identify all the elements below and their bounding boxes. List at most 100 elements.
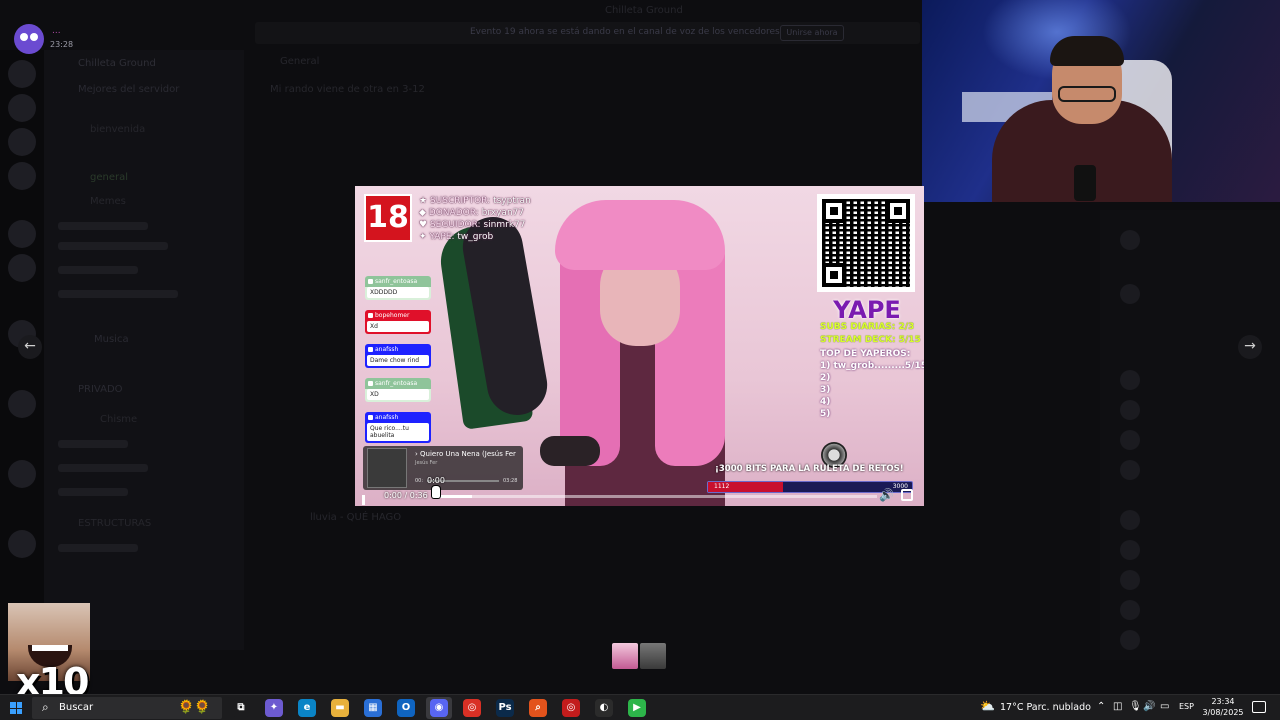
server-icon[interactable] [8,530,36,558]
member-avatar[interactable] [1120,370,1140,390]
server-icon[interactable] [8,220,36,248]
member-avatar[interactable] [1120,400,1140,420]
media-player-icon[interactable]: ▶ [628,699,646,717]
store-icon[interactable]: ▦ [364,699,382,717]
outlook-icon[interactable]: O [397,699,415,717]
channel-item[interactable]: ESTRUCTURAS [78,518,151,529]
server-icon[interactable] [8,128,36,156]
channel-placeholder [58,488,128,496]
windows-start-icon[interactable] [10,702,22,714]
stream-info-subscriber: ★ SUSCRIPTOR: tsyptran [419,196,531,206]
network-icon[interactable]: ◫ [1113,701,1122,712]
notifications-icon[interactable] [1252,701,1266,713]
server-icon[interactable] [8,60,36,88]
member-avatar[interactable] [1120,600,1140,620]
uploader-avatar[interactable] [14,24,44,54]
member-avatar[interactable] [1120,460,1140,480]
volume-icon[interactable]: 🔊 [879,488,894,502]
qr-marker [886,199,910,223]
info-value: brxyan77 [481,208,525,218]
member-avatar[interactable] [1120,540,1140,560]
seek-bar[interactable] [437,495,877,498]
search-app-icon[interactable]: ⌕ [529,699,547,717]
chat-text: XD [367,389,429,400]
member-avatar[interactable] [1120,510,1140,530]
album-art [367,448,407,488]
next-arrow-icon[interactable]: → [1238,335,1262,359]
chat-user: sanfr_entoasa [365,276,431,287]
file-explorer-icon[interactable]: ▬ [331,699,349,717]
chat-text: Xd [367,321,429,332]
channel-item[interactable]: Mejores del servidor [78,84,179,95]
chrome-icon[interactable]: ◎ [463,699,481,717]
clock-time[interactable]: 23:34 [1203,697,1243,706]
member-avatar[interactable] [1120,230,1140,250]
weather-text[interactable]: 17°C Parc. nublado [1000,702,1091,713]
previous-arrow-icon[interactable]: ← [18,335,42,359]
microphone-icon[interactable]: 🎙 [1129,701,1142,712]
copilot-icon[interactable]: ✦ [265,699,283,717]
server-icon[interactable] [8,460,36,488]
channel-list: Chilleta Ground Mejores del servidor bie… [44,50,244,650]
server-name: Chilleta Ground [78,58,156,69]
info-value: sinmrk77 [483,220,526,230]
task-view-icon[interactable]: ⧉ [232,699,250,717]
chat-header: General [280,56,320,67]
seek-hover-time: 0:00 [427,476,445,485]
fullscreen-icon[interactable] [901,489,913,501]
photoshop-icon[interactable]: Ps [496,699,514,717]
member-avatar[interactable] [1120,630,1140,650]
thumbnail-image[interactable] [640,643,666,669]
channel-item[interactable]: PRIVADO [78,384,123,395]
song-title: › Quiero Una Nena (Jesús Fer [415,450,516,458]
weather-icon[interactable]: ⛅ [980,699,995,713]
chrome-alt-icon[interactable]: ◎ [562,699,580,717]
info-label: SEGUIDOR: [429,220,481,230]
stream-deck-counter: STREAM DECK: 5/15 [820,335,921,345]
speaker-icon[interactable]: 🔊 [1143,701,1155,712]
discord-icon[interactable]: ◉ [430,699,448,717]
banner-text: Evento 19 ahora se está dando en el cana… [470,27,780,37]
edge-icon[interactable]: e [298,699,316,717]
channel-placeholder [58,464,148,472]
clock-date[interactable]: 3/08/2025 [1199,708,1247,717]
server-icon[interactable] [8,390,36,418]
song-total-time: 03:28 [503,478,518,484]
webcam-microphone [1074,165,1096,201]
top-yapero-entry: 3) [820,385,831,395]
battery-icon[interactable]: ▭ [1160,701,1169,712]
channel-item[interactable]: Musica [94,334,129,345]
member-avatar[interactable] [1120,430,1140,450]
taskbar-search[interactable]: ⌕ Buscar 🌻🌻 [32,697,222,719]
sunflower-icon: 🌻🌻 [178,700,211,715]
pause-icon[interactable] [362,490,371,505]
language-indicator[interactable]: ESP [1179,702,1194,711]
banner-join-button[interactable]: Unirse ahora [780,25,844,41]
channel-item[interactable]: Chisme [100,414,137,425]
subs-counter: SUBS DIARIAS: 2/3 [820,322,915,332]
song-current-time: 00: [415,478,424,484]
server-icon[interactable] [8,254,36,282]
channel-placeholder [58,222,148,230]
member-avatar[interactable] [1120,284,1140,304]
info-label: YAPE: [429,232,455,242]
uploader-name[interactable]: ... [52,26,61,36]
chevron-up-icon[interactable]: ⌃ [1097,701,1105,712]
top-yapero-entry: 1) tw_grob.........5/15 [820,361,924,371]
video-player[interactable]: 18 ★ SUSCRIPTOR: tsyptran ◆ DONADOR: brx… [355,186,924,506]
top-yapero-entry: 4) [820,397,831,407]
thumbnail-video[interactable] [612,643,638,669]
member-avatar[interactable] [1120,570,1140,590]
server-icon[interactable] [8,162,36,190]
stream-chat-message: bopehomer Xd [365,310,431,334]
hand-cursor-icon [432,486,440,498]
channel-item[interactable]: general [90,172,128,183]
server-icon[interactable] [8,94,36,122]
channel-item[interactable]: bienvenida [90,124,145,135]
channel-item[interactable]: Memes [90,196,126,207]
chat-user: bopehomer [365,310,431,321]
obs-icon[interactable]: ◐ [595,699,613,717]
info-label: DONADOR: [428,208,479,218]
bits-goal-text: ¡3000 BITS PARA LA RULETA DE RETOS! [715,464,904,474]
window-title: Chilleta Ground [605,5,683,16]
